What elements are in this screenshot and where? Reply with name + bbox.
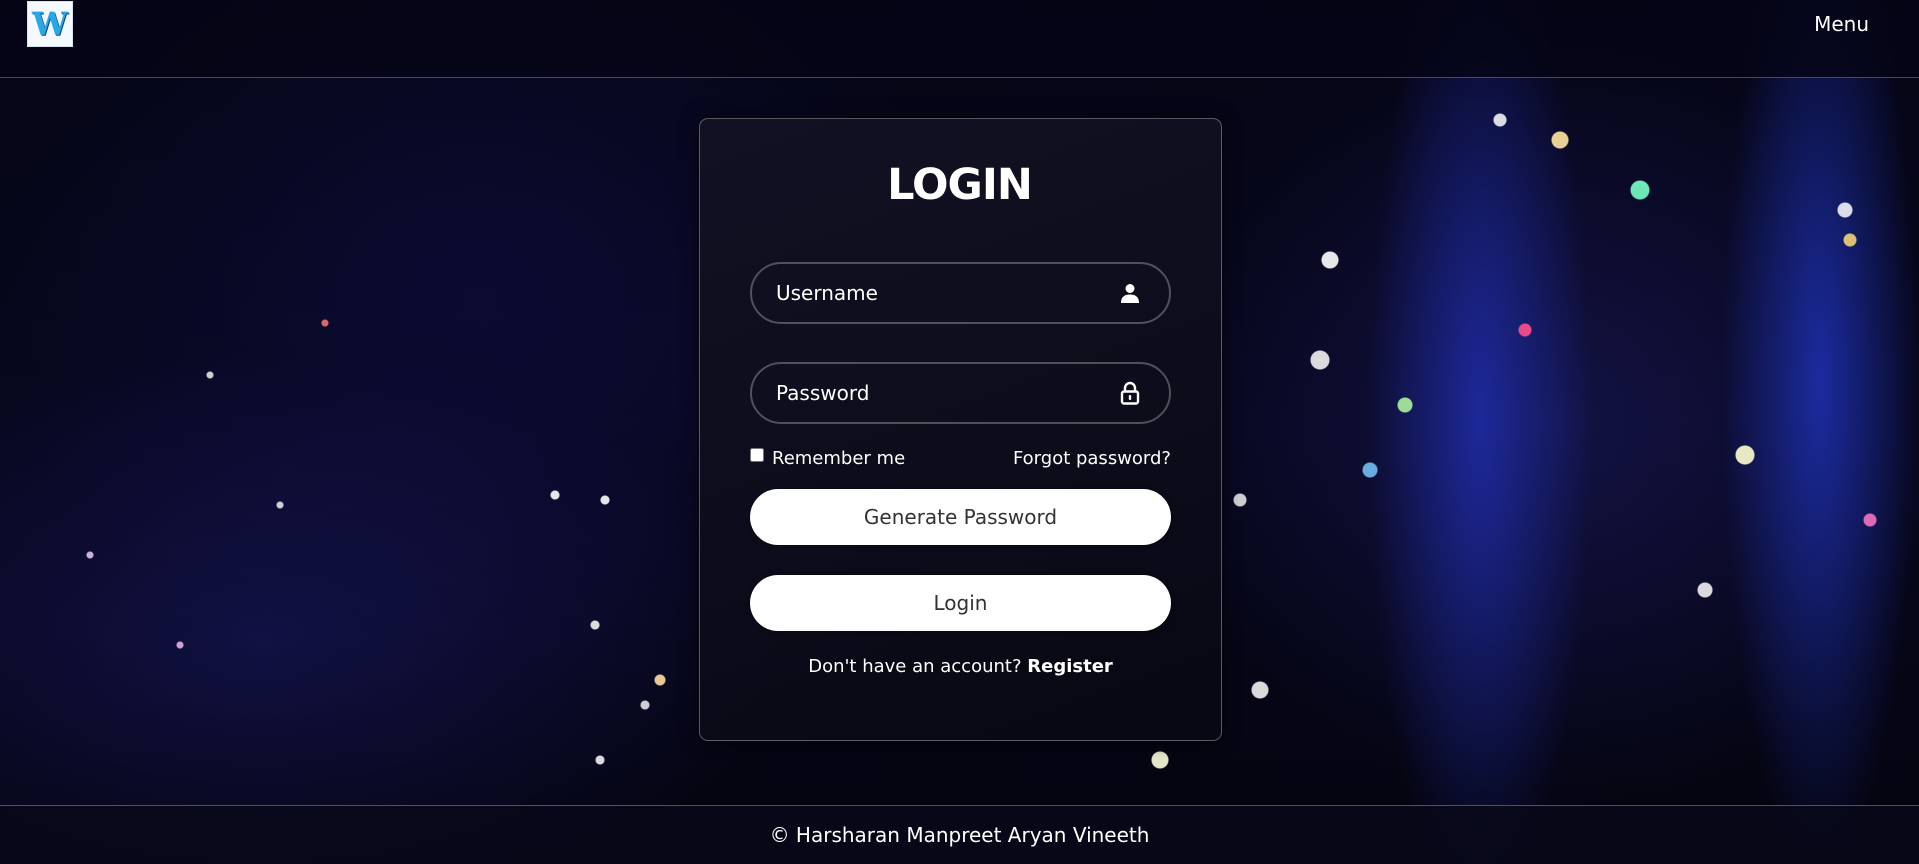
remember-me-checkbox[interactable] [750,448,764,462]
user-icon [1117,280,1143,306]
menu-button[interactable]: Menu [1814,12,1869,36]
logo-letter: W [32,4,68,43]
register-prompt-text: Don't have an account? [808,656,1022,677]
copyright-text: © Harsharan Manpreet Aryan Vineeth [769,823,1150,847]
lock-icon [1117,380,1143,406]
page-title: LOGIN [887,160,1033,210]
password-input[interactable] [752,364,1117,422]
site-logo[interactable]: W [27,0,73,47]
forgot-password-link[interactable]: Forgot password? [1013,448,1171,469]
username-input[interactable] [752,264,1117,322]
login-button[interactable]: Login [750,575,1171,631]
register-link[interactable]: Register [1027,656,1113,677]
password-field[interactable] [750,362,1171,424]
footer-bar: © Harsharan Manpreet Aryan Vineeth [0,805,1919,864]
login-options-row: Remember me Forgot password? [750,443,1171,473]
generate-password-button[interactable]: Generate Password [750,489,1171,545]
remember-me[interactable]: Remember me [750,448,905,469]
top-nav-bar: W Menu [0,0,1919,78]
username-field[interactable] [750,262,1171,324]
register-prompt: Don't have an account? Register [699,656,1222,677]
login-card [699,118,1222,741]
remember-me-label: Remember me [772,447,906,469]
